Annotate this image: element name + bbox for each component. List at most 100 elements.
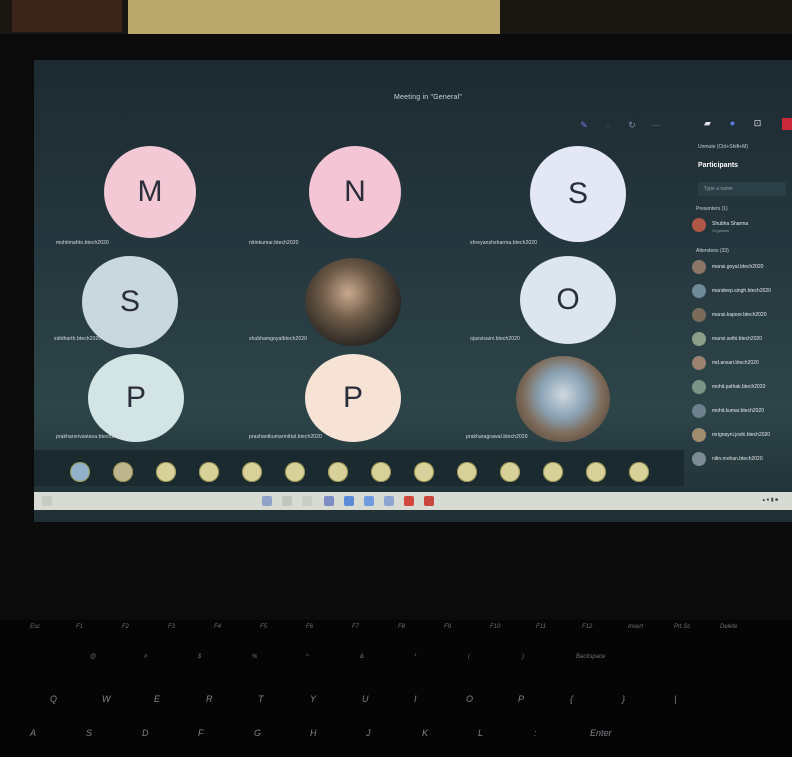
video-thumbnail[interactable] (629, 462, 649, 482)
keyboard-key[interactable]: T (258, 694, 264, 704)
teams-icon[interactable] (324, 496, 334, 506)
keyboard-key[interactable]: F3 (168, 624, 175, 630)
attendee-item[interactable]: mrignayni.joshi.btech2020 (692, 428, 792, 444)
keyboard-key[interactable]: S (86, 728, 92, 738)
keyboard-key[interactable]: Insert (628, 624, 643, 630)
widgets-icon[interactable] (302, 496, 312, 506)
video-thumbnail[interactable] (113, 462, 133, 482)
keyboard-key[interactable]: @ (90, 654, 96, 660)
keyboard-key[interactable]: % (252, 654, 257, 660)
raise-hand-icon[interactable]: ↻ (627, 120, 637, 130)
keyboard-key[interactable]: L (478, 728, 483, 738)
video-thumbnail[interactable] (500, 462, 520, 482)
keyboard-key[interactable]: H (310, 728, 317, 738)
keyboard-key[interactable]: F7 (352, 624, 359, 630)
keyboard-key[interactable]: F4 (214, 624, 221, 630)
video-thumbnail[interactable] (457, 462, 477, 482)
participant-tile[interactable]: prakharagrawal.btech2020 (466, 354, 714, 448)
keyboard-key[interactable]: R (206, 694, 213, 704)
keyboard-key[interactable]: F5 (260, 624, 267, 630)
keyboard-key[interactable]: ) (522, 654, 524, 660)
keyboard-key[interactable]: Y (310, 694, 316, 704)
keyboard-key[interactable]: Q (50, 694, 57, 704)
keyboard-key[interactable]: J (366, 728, 371, 738)
attendee-item[interactable]: mohit.kumar.btech2020 (692, 404, 792, 420)
participant-tile[interactable]: S siddharth.btech2020 (54, 256, 264, 350)
keyboard-key[interactable]: F (198, 728, 204, 738)
keyboard-key[interactable]: Esc (30, 624, 40, 630)
video-thumbnail[interactable] (414, 462, 434, 482)
search-icon[interactable] (42, 496, 52, 506)
presenter-item[interactable]: Shubha Sharma Organizer (692, 218, 792, 234)
keyboard-key[interactable]: Enter (590, 728, 612, 738)
microphone-icon[interactable]: ● (727, 118, 738, 129)
keyboard-key[interactable]: P (518, 694, 524, 704)
video-thumbnail[interactable] (586, 462, 606, 482)
keyboard-key[interactable]: & (360, 654, 364, 660)
edge-icon[interactable] (344, 496, 354, 506)
keyboard-key[interactable]: F2 (122, 624, 129, 630)
keyboard-key[interactable]: F9 (444, 624, 451, 630)
participant-tile[interactable]: N nitinkumar.btech2020 (249, 146, 489, 246)
video-thumbnail[interactable] (543, 462, 563, 482)
keyboard-key[interactable]: } (622, 694, 625, 704)
keyboard-key[interactable]: Backspace (576, 654, 605, 660)
keyboard-key[interactable]: : (534, 728, 537, 738)
explorer-icon[interactable] (364, 496, 374, 506)
video-thumbnail[interactable] (70, 462, 90, 482)
attendee-item[interactable]: manvi.sethi.btech2020 (692, 332, 792, 348)
video-thumbnail[interactable] (199, 462, 219, 482)
attendee-item[interactable]: nitin.mohan.btech2020 (692, 452, 792, 468)
keyboard-key[interactable]: # (144, 654, 147, 660)
keyboard-key[interactable]: O (466, 694, 473, 704)
participant-tile[interactable]: O ojasvisaini.btech2020 (470, 256, 714, 350)
participant-tile[interactable]: M mohitmahto.btech2020 (54, 146, 264, 246)
keyboard-key[interactable]: U (362, 694, 369, 704)
camera-icon[interactable]: ▰ (702, 118, 713, 129)
leave-button[interactable] (782, 118, 792, 130)
video-thumbnail[interactable] (285, 462, 305, 482)
participants-icon[interactable]: ◌ (603, 120, 613, 130)
attendee-item[interactable]: mohit.pathak.btech2020 (692, 380, 792, 396)
participant-tile[interactable]: S shreyanshsharma.btech2020 (470, 146, 714, 246)
keyboard-key[interactable]: * (414, 654, 416, 660)
taskview-icon[interactable] (282, 496, 292, 506)
keyboard-key[interactable]: | (674, 694, 676, 704)
video-thumbnail[interactable] (328, 462, 348, 482)
keyboard-key[interactable]: ( (468, 654, 470, 660)
chat-icon[interactable]: ✎ (579, 120, 589, 130)
keyboard-key[interactable]: $ (198, 654, 201, 660)
keyboard-key[interactable]: G (254, 728, 261, 738)
attendee-item[interactable]: mansi.kapoor.btech2020 (692, 308, 792, 324)
attendee-item[interactable]: md.ansari.btech2020 (692, 356, 792, 372)
start-icon[interactable] (262, 496, 272, 506)
video-thumbnail[interactable] (371, 462, 391, 482)
keyboard-key[interactable]: F10 (490, 624, 500, 630)
share-screen-icon[interactable]: ⊡ (752, 118, 763, 129)
keyboard-key[interactable]: K (422, 728, 428, 738)
keyboard-key[interactable]: Prt Sc (674, 624, 690, 630)
attendee-item[interactable]: mandeep.singh.btech2020 (692, 284, 792, 300)
participant-tile[interactable]: P prashantkumarmittal.btech2020 (249, 354, 489, 448)
video-thumbnail[interactable] (156, 462, 176, 482)
video-thumbnail[interactable] (242, 462, 262, 482)
more-options-icon[interactable]: ⋯ (651, 120, 661, 130)
attendee-item[interactable]: mansi.goyal.btech2020 (692, 260, 792, 276)
app-icon[interactable] (404, 496, 414, 506)
participant-tile[interactable]: P prakharsrivastava.btech2020 (54, 354, 264, 448)
keyboard-key[interactable]: F12 (582, 624, 592, 630)
keyboard-key[interactable]: W (102, 694, 111, 704)
app-icon[interactable] (424, 496, 434, 506)
keyboard-key[interactable]: Delete (720, 624, 737, 630)
participant-search-input[interactable]: Type a name (698, 182, 786, 196)
participant-tile[interactable]: shubhamgoyalbtech2020 (249, 256, 489, 350)
system-tray[interactable]: ▴ ● ▮ ■ (763, 497, 778, 503)
keyboard-key[interactable]: E (154, 694, 160, 704)
keyboard-key[interactable]: D (142, 728, 149, 738)
keyboard-key[interactable]: F8 (398, 624, 405, 630)
keyboard-key[interactable]: F6 (306, 624, 313, 630)
keyboard-key[interactable]: I (414, 694, 417, 704)
keyboard-key[interactable]: { (570, 694, 573, 704)
store-icon[interactable] (384, 496, 394, 506)
keyboard-key[interactable]: ^ (306, 654, 309, 660)
